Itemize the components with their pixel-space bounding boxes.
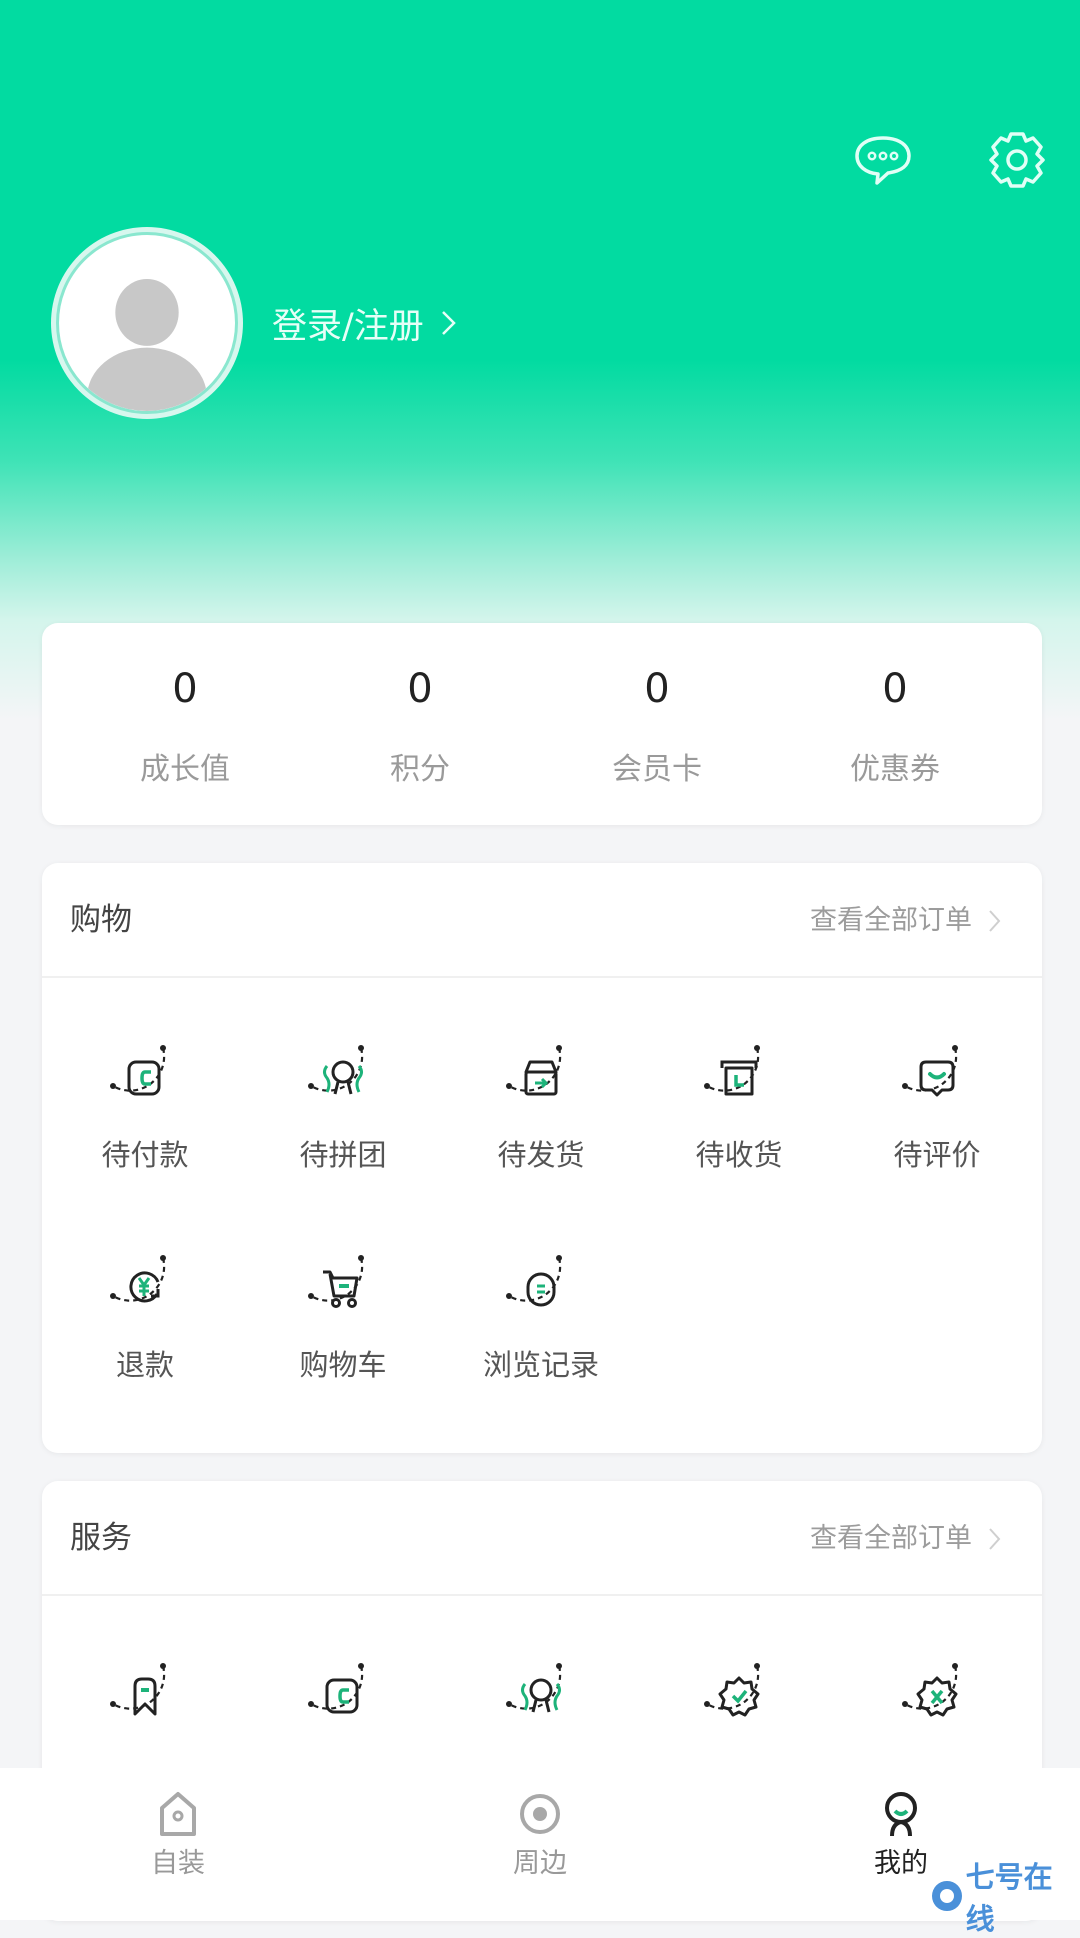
service-header: 服务 查看全部订单 [42, 1481, 1042, 1596]
stats-card: 0 成长值 0 积分 0 会员卡 0 优惠券 [42, 623, 1042, 825]
grid-item-pending-group[interactable]: 待拼团 [244, 1040, 442, 1190]
grid-item-label: 待发货 [497, 1138, 585, 1172]
view-all-orders-link[interactable]: 查看全部订单 [810, 1521, 1002, 1557]
watermark-text: 七号在线 [965, 1860, 1053, 1936]
stat-value: 0 [882, 666, 908, 712]
group-buy-icon [501, 1658, 581, 1738]
grid-item-pending-shipment[interactable]: 待发货 [442, 1040, 640, 1190]
view-all-label: 查看全部订单 [810, 905, 972, 936]
badge-cancel-icon [897, 1658, 977, 1738]
profile-icon [879, 1790, 923, 1838]
view-all-label: 查看全部订单 [810, 1523, 972, 1554]
watermark: 七号在线 [932, 1860, 1080, 1936]
home-icon [156, 1790, 200, 1838]
tab-label: 自装 [151, 1848, 205, 1879]
grid-item-label: 待拼团 [299, 1138, 387, 1172]
stat-value: 0 [407, 666, 433, 712]
tab-self-install[interactable]: 自装 [78, 1768, 278, 1898]
login-register-link[interactable]: 登录/注册 [272, 300, 458, 347]
avatar[interactable] [51, 227, 243, 419]
wallet-icon [303, 1658, 383, 1738]
history-icon [501, 1250, 581, 1330]
grid-item-label: 退款 [115, 1348, 174, 1382]
message-button[interactable] [851, 128, 915, 192]
grid-item-pending-receipt[interactable]: 待收货 [640, 1040, 838, 1190]
grid-item-browse-history[interactable]: 浏览记录 [442, 1250, 640, 1400]
refund-yuan-icon [105, 1250, 185, 1330]
chevron-right-icon [989, 1528, 1001, 1550]
stat-label: 会员卡 [612, 752, 702, 787]
bookmark-icon [105, 1658, 185, 1738]
grid-item-label: 浏览记录 [482, 1348, 599, 1382]
grid-item-pending-review[interactable]: 待评价 [838, 1040, 1036, 1190]
box-receive-icon [699, 1040, 779, 1120]
grid-item-refund[interactable]: 退款 [46, 1250, 244, 1400]
stat-label: 优惠券 [850, 752, 940, 787]
login-label: 登录/注册 [272, 306, 424, 347]
chevron-right-icon [989, 910, 1001, 932]
grid-item-cart[interactable]: 购物车 [244, 1250, 442, 1400]
section-title: 购物 [70, 902, 132, 938]
grid-item-label: 购物车 [299, 1348, 387, 1382]
grid-item-pending-payment[interactable]: 待付款 [46, 1040, 244, 1190]
group-buy-icon [303, 1040, 383, 1120]
grid-item-label: 待收货 [695, 1138, 783, 1172]
box-send-icon [501, 1040, 581, 1120]
settings-button[interactable] [985, 128, 1049, 192]
grid-item-label: 待评价 [893, 1138, 981, 1172]
watermark-logo-icon [932, 1881, 962, 1911]
badge-check-icon [699, 1658, 779, 1738]
dashed-ring-decoration [110, 1663, 166, 1710]
cart-icon [303, 1250, 383, 1330]
section-title: 服务 [70, 1520, 132, 1556]
shopping-header: 购物 查看全部订单 [42, 863, 1042, 978]
stat-label: 成长值 [140, 752, 230, 787]
gear-icon [989, 132, 1045, 188]
chevron-right-icon [441, 311, 456, 335]
chat-bubble-ellipsis-icon [855, 136, 911, 185]
stat-label: 积分 [390, 752, 450, 787]
view-all-orders-link[interactable]: 查看全部订单 [810, 903, 1002, 939]
nearby-target-icon [518, 1790, 562, 1838]
stat-value: 0 [644, 666, 670, 712]
tab-label: 周边 [513, 1848, 567, 1879]
stat-value: 0 [172, 666, 198, 712]
bottom-tab-bar: 自装 周边 我的 [0, 1768, 1080, 1920]
wallet-icon [105, 1040, 185, 1120]
dashed-ring-decoration [902, 1045, 958, 1092]
shopping-card: 购物 查看全部订单 待付款 待拼团 待发货 待收货 待评价 退款 购物车 浏览记… [42, 863, 1042, 1453]
comment-icon [897, 1040, 977, 1120]
grid-item-label: 待付款 [101, 1138, 189, 1172]
tab-nearby[interactable]: 周边 [440, 1768, 640, 1898]
default-avatar-icon [87, 279, 207, 411]
